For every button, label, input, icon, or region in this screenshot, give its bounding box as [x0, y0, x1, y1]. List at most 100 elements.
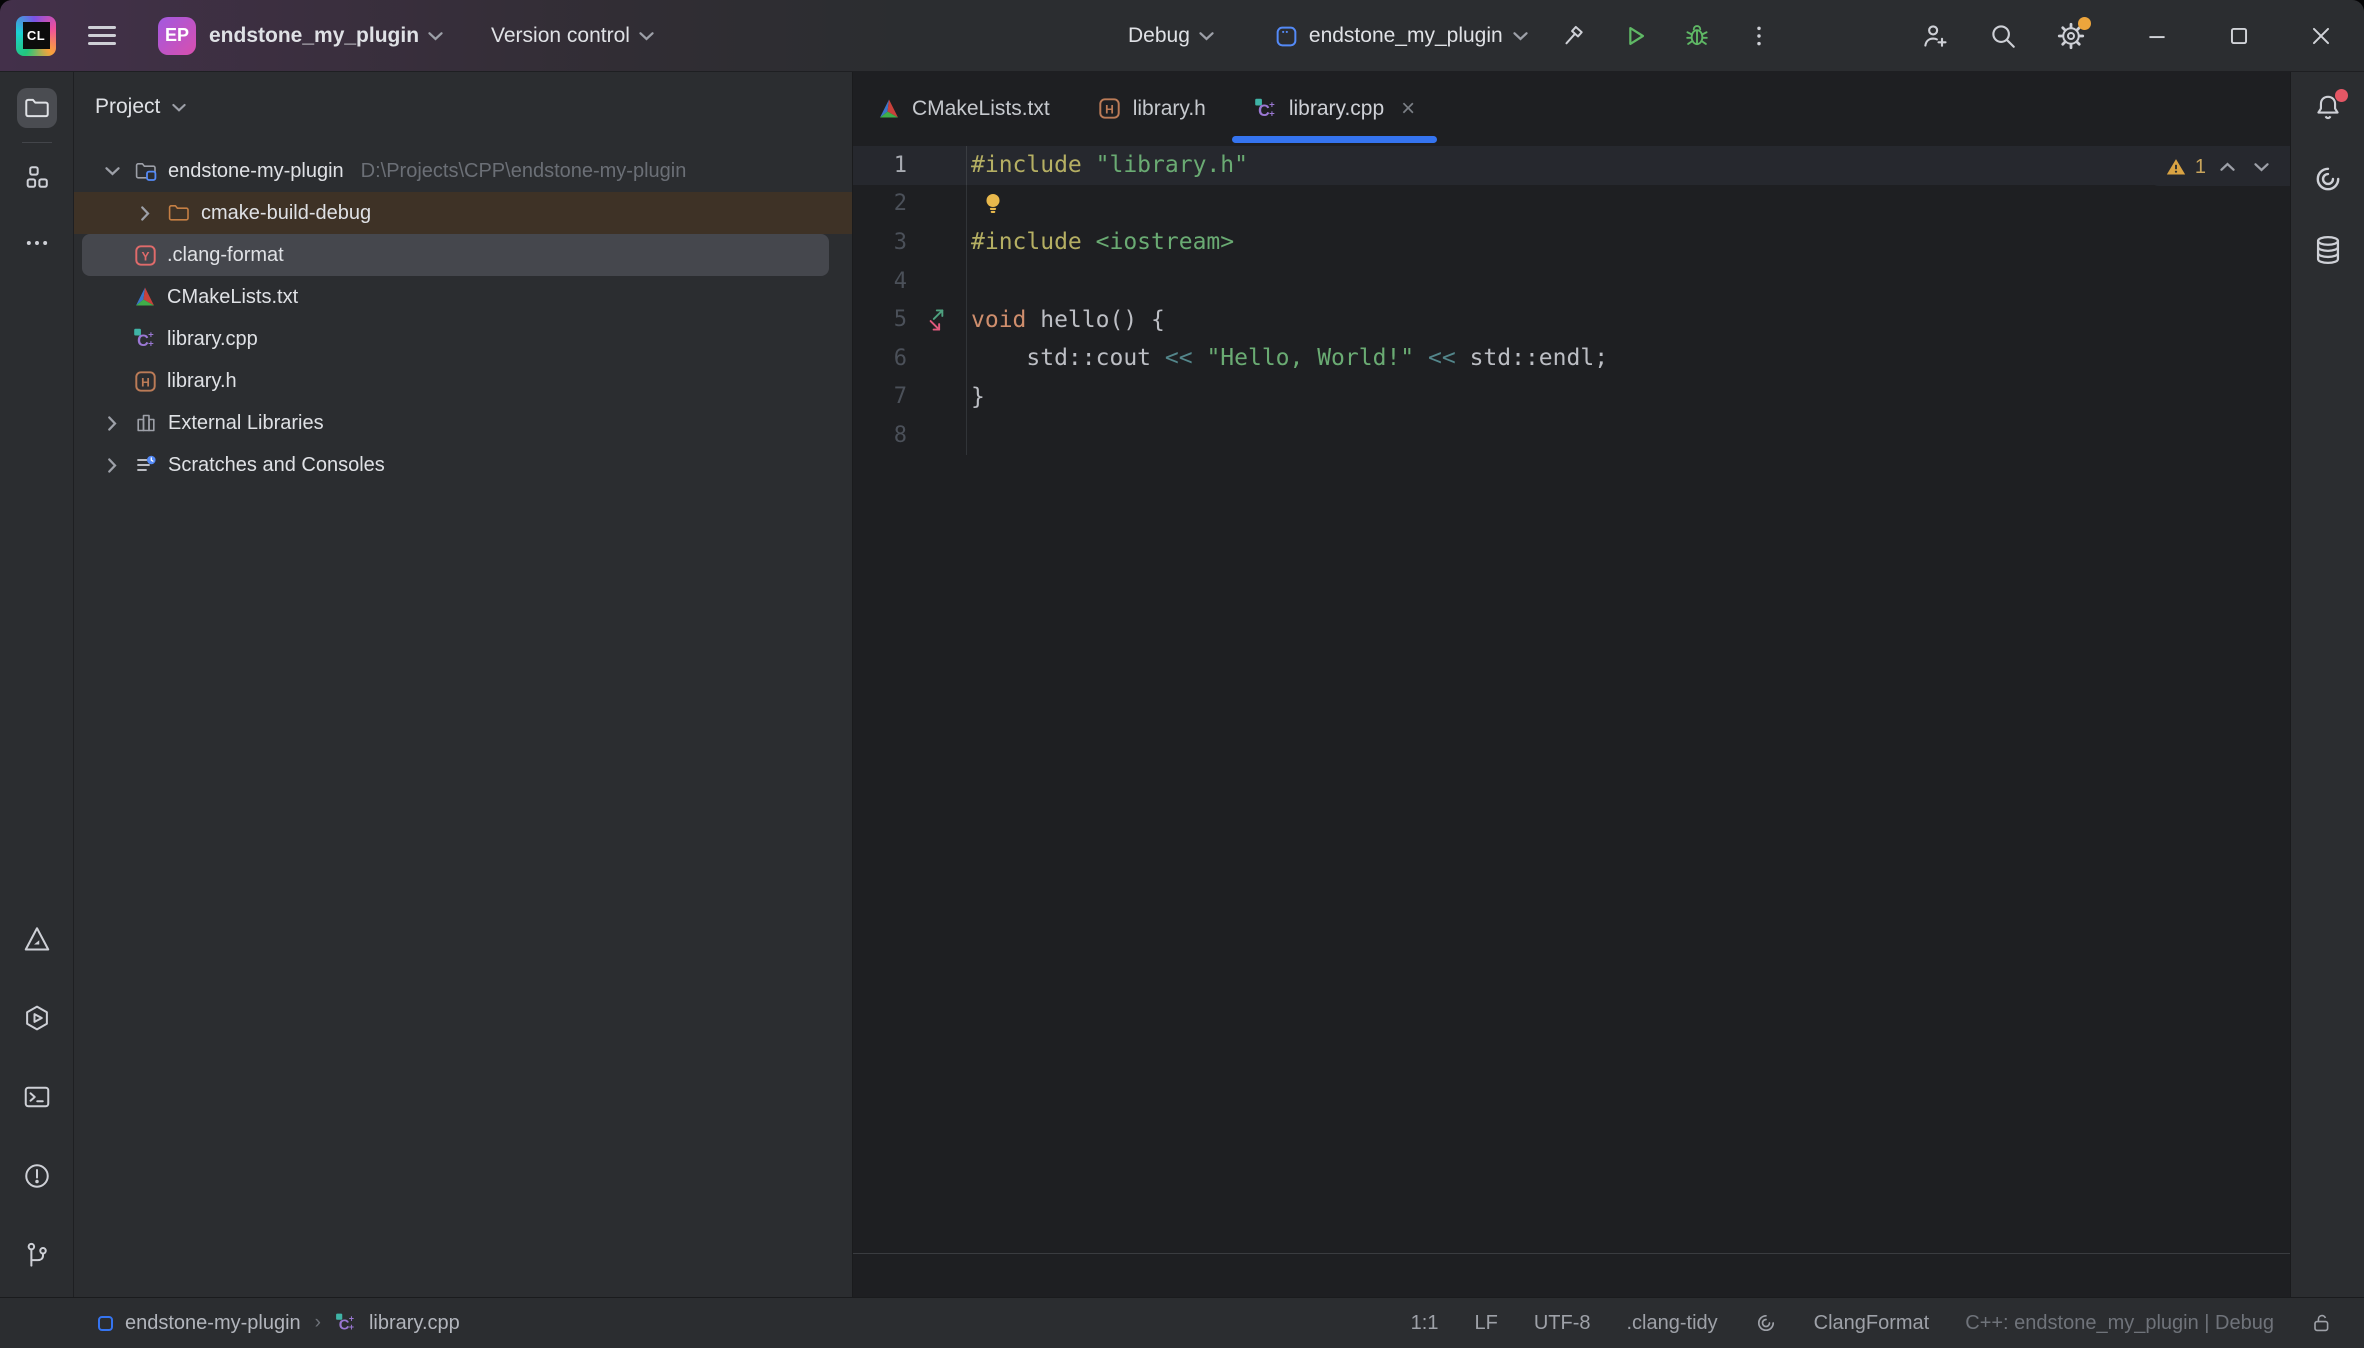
line-number: 5	[853, 307, 907, 332]
run-configuration-name: endstone_my_plugin	[1309, 24, 1503, 48]
tree-item-label: External Libraries	[168, 412, 324, 435]
code-token	[1414, 345, 1428, 371]
code-editor[interactable]: 1 #include "library.h" 2 3 #include <ios…	[853, 146, 2290, 1253]
code-token: void	[971, 307, 1026, 333]
more-tool-windows-button[interactable]	[17, 223, 57, 263]
tab-library-cpp[interactable]: C++ library.cpp ×	[1230, 72, 1439, 146]
debug-button[interactable]	[1680, 19, 1714, 53]
svg-text:H: H	[1105, 102, 1114, 116]
inspections-widget[interactable]: 1	[2149, 148, 2290, 186]
project-selector[interactable]: endstone_my_plugin	[196, 24, 443, 48]
problems-tool-window-button[interactable]	[17, 1156, 57, 1196]
intention-lightbulb-icon[interactable]	[979, 190, 1007, 218]
notifications-button[interactable]	[2311, 91, 2345, 125]
tree-item-label: Scratches and Consoles	[168, 454, 385, 477]
code-token: hello	[1026, 307, 1109, 333]
code-line: 8	[853, 416, 2290, 455]
ai-status-icon[interactable]	[1754, 1311, 1778, 1335]
code-token: std::endl;	[1456, 345, 1608, 371]
structure-tool-window-button[interactable]	[17, 157, 57, 197]
cmake-tool-window-button[interactable]	[17, 919, 57, 959]
version-control-menu[interactable]: Version control	[491, 24, 654, 48]
clang-format-widget[interactable]: ClangFormat	[1814, 1312, 1930, 1335]
code-token: }	[971, 384, 985, 410]
tree-item-library-cpp[interactable]: C++ library.cpp	[74, 318, 852, 360]
editor-area: CMakeLists.txt H library.h C++ library.c…	[853, 72, 2290, 1297]
line-number: 4	[853, 269, 907, 294]
run-mode-label: Debug	[1128, 24, 1190, 48]
chevron-down-icon	[428, 31, 443, 41]
tree-item-external-libraries[interactable]: External Libraries	[74, 402, 852, 444]
code-with-me-button[interactable]	[1920, 21, 1950, 51]
unlock-icon[interactable]	[2310, 1311, 2334, 1335]
clion-window: CL EP endstone_my_plugin Version control…	[0, 0, 2364, 1348]
code-token: <<	[1428, 345, 1456, 371]
tree-item-cmakelists[interactable]: CMakeLists.txt	[74, 276, 852, 318]
tree-item-label: cmake-build-debug	[201, 202, 371, 225]
git-tool-window-button[interactable]	[17, 1235, 57, 1275]
svg-text:+: +	[148, 338, 154, 349]
close-button[interactable]	[2306, 21, 2336, 51]
code-line: 4	[853, 262, 2290, 301]
cpp-file-icon: C++	[335, 1312, 357, 1334]
breadcrumb-project[interactable]: endstone-my-plugin	[125, 1312, 301, 1335]
line-separator-widget[interactable]: LF	[1474, 1312, 1497, 1335]
services-tool-window-button[interactable]	[17, 998, 57, 1038]
minimize-button[interactable]	[2142, 21, 2172, 51]
tree-item-project-root[interactable]: endstone-my-plugin D:\Projects\CPP\endst…	[74, 150, 852, 192]
run-mode-selector[interactable]: Debug	[1128, 24, 1214, 48]
code-line: 6 std::cout << "Hello, World!" << std::e…	[853, 339, 2290, 378]
tree-item-label: CMakeLists.txt	[167, 286, 298, 309]
chevron-down-icon[interactable]	[100, 159, 124, 183]
svg-text:H: H	[141, 375, 150, 389]
code-token: #include	[971, 152, 1082, 178]
build-button[interactable]	[1556, 19, 1590, 53]
search-everywhere-button[interactable]	[1988, 21, 2018, 51]
warning-icon	[2165, 156, 2187, 178]
code-line: 5 void hello() {	[853, 300, 2290, 339]
maximize-button[interactable]	[2224, 21, 2254, 51]
tree-item-label: .clang-format	[167, 244, 284, 267]
next-problem-button[interactable]	[2248, 154, 2274, 180]
chevron-right-icon[interactable]	[133, 201, 157, 225]
chevron-right-icon[interactable]	[100, 453, 124, 477]
caret-position-widget[interactable]: 1:1	[1411, 1312, 1439, 1335]
run-button[interactable]	[1618, 19, 1652, 53]
chevron-right-icon[interactable]	[100, 411, 124, 435]
code-token	[1193, 345, 1207, 371]
more-actions-button[interactable]	[1742, 19, 1776, 53]
cpp-file-icon: C++	[1254, 97, 1278, 121]
run-configuration-selector[interactable]: endstone_my_plugin	[1274, 24, 1528, 49]
ai-assistant-button[interactable]	[2311, 162, 2345, 196]
project-tool-window-button[interactable]	[17, 88, 57, 128]
code-line: 1 #include "library.h"	[853, 146, 2290, 185]
previous-problem-button[interactable]	[2214, 154, 2240, 180]
navigation-arrows-gutter-icon[interactable]	[924, 304, 950, 336]
code-line: 2	[853, 185, 2290, 224]
encoding-widget[interactable]: UTF-8	[1534, 1312, 1591, 1335]
tab-cmakelists[interactable]: CMakeLists.txt	[853, 72, 1074, 146]
breadcrumb-separator: ›	[313, 1312, 323, 1334]
module-icon	[98, 1316, 113, 1331]
breadcrumb-file[interactable]: library.cpp	[369, 1312, 460, 1335]
tree-item-cmake-build-debug[interactable]: cmake-build-debug	[74, 192, 852, 234]
scratches-icon	[134, 453, 158, 477]
tree-item-clang-format[interactable]: Y .clang-format	[82, 234, 829, 276]
terminal-tool-window-button[interactable]	[17, 1077, 57, 1117]
project-avatar[interactable]: EP	[158, 17, 196, 55]
tree-item-scratches[interactable]: Scratches and Consoles	[74, 444, 852, 486]
tree-item-library-h[interactable]: H library.h	[74, 360, 852, 402]
tab-library-h[interactable]: H library.h	[1074, 72, 1230, 146]
svg-text:+: +	[349, 1322, 354, 1332]
toolchain-widget[interactable]: C++: endstone_my_plugin | Debug	[1965, 1312, 2274, 1335]
clang-tidy-widget[interactable]: .clang-tidy	[1626, 1312, 1717, 1335]
chevron-down-icon	[1513, 31, 1528, 41]
project-panel-header[interactable]: Project	[74, 72, 852, 142]
run-configuration-icon	[1274, 24, 1299, 49]
database-button[interactable]	[2311, 233, 2345, 267]
main-menu-icon[interactable]	[88, 26, 116, 44]
divider	[22, 142, 52, 143]
close-tab-icon[interactable]: ×	[1401, 97, 1415, 121]
chevron-down-icon	[172, 103, 186, 112]
settings-button[interactable]	[2056, 21, 2086, 51]
